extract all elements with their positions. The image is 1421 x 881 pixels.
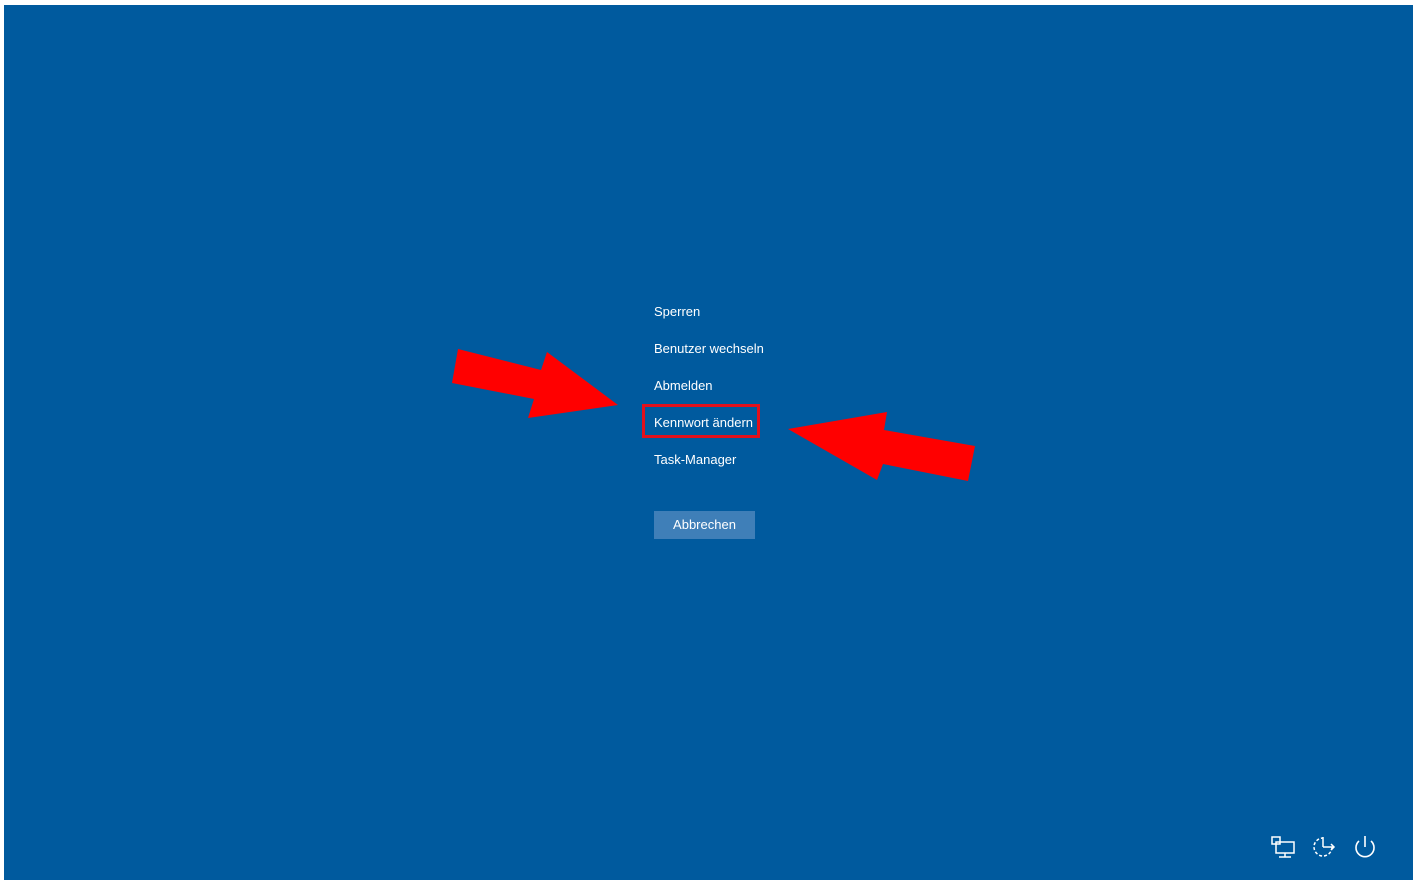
menu-item-change-password[interactable]: Kennwort ändern [654, 412, 753, 434]
menu-item-task-manager[interactable]: Task-Manager [654, 449, 736, 471]
menu-item-lock[interactable]: Sperren [654, 301, 700, 323]
security-options-screen: Sperren Benutzer wechseln Abmelden Kennw… [4, 5, 1413, 880]
power-icon [1355, 836, 1375, 858]
right-annotation-arrow [788, 412, 975, 481]
network-icon [1271, 836, 1295, 858]
menu-item-switch-user[interactable]: Benutzer wechseln [654, 338, 764, 360]
change-password-wrapper: Kennwort ändern [642, 404, 760, 438]
left-annotation-arrow [452, 349, 618, 418]
menu-item-sign-out[interactable]: Abmelden [654, 375, 713, 397]
network-button[interactable] [1268, 833, 1298, 861]
annotation-arrows [452, 349, 975, 481]
ease-of-access-icon [1313, 837, 1336, 857]
power-button[interactable] [1350, 833, 1380, 861]
ease-of-access-button[interactable] [1310, 833, 1340, 861]
cancel-button[interactable]: Abbrechen [654, 511, 755, 539]
